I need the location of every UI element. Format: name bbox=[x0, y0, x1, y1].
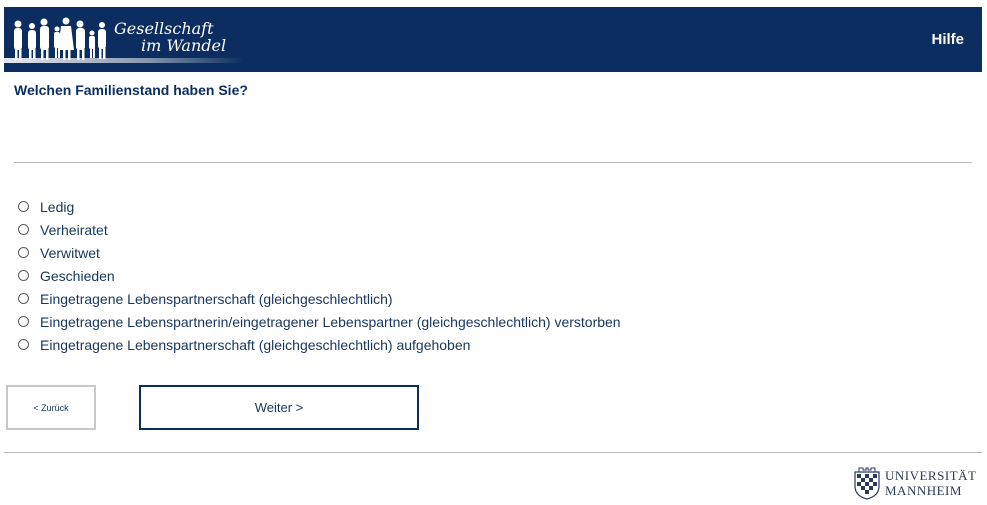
university-name-line1: UNIVERSITÄT bbox=[885, 468, 977, 483]
option-label[interactable]: Geschieden bbox=[40, 268, 115, 284]
radio-button[interactable] bbox=[18, 247, 29, 258]
divider bbox=[4, 452, 982, 453]
help-link[interactable]: Hilfe bbox=[931, 31, 964, 48]
option-label[interactable]: Eingetragene Lebenspartnerschaft (gleich… bbox=[40, 337, 470, 353]
radio-button[interactable] bbox=[18, 339, 29, 350]
logo-text-line2: im Wandel bbox=[141, 36, 227, 55]
option-lebenspartnerschaft[interactable]: Eingetragene Lebenspartnerschaft (gleich… bbox=[18, 287, 621, 310]
university-name-line2: MANNHEIM bbox=[885, 483, 962, 498]
back-button[interactable]: < Zurück bbox=[6, 385, 96, 430]
divider bbox=[14, 162, 972, 163]
next-button[interactable]: Weiter > bbox=[139, 385, 419, 430]
radio-button[interactable] bbox=[18, 201, 29, 212]
header-bar: Gesellschaft im Wandel Hilfe bbox=[4, 7, 982, 72]
option-label[interactable]: Verwitwet bbox=[40, 245, 100, 261]
option-label[interactable]: Verheiratet bbox=[40, 222, 108, 238]
answer-options: Ledig Verheiratet Verwitwet Geschieden E… bbox=[18, 195, 621, 356]
radio-button[interactable] bbox=[18, 270, 29, 281]
option-ledig[interactable]: Ledig bbox=[18, 195, 621, 218]
option-label[interactable]: Ledig bbox=[40, 199, 74, 215]
gesellschaft-im-wandel-logo: Gesellschaft im Wandel bbox=[4, 7, 244, 72]
option-verwitwet[interactable]: Verwitwet bbox=[18, 241, 621, 264]
option-label[interactable]: Eingetragene Lebenspartnerin/eingetragen… bbox=[40, 314, 621, 330]
radio-button[interactable] bbox=[18, 224, 29, 235]
option-lebenspartner-verstorben[interactable]: Eingetragene Lebenspartnerin/eingetragen… bbox=[18, 310, 621, 333]
option-geschieden[interactable]: Geschieden bbox=[18, 264, 621, 287]
radio-button[interactable] bbox=[18, 293, 29, 304]
university-mannheim-logo: UNIVERSITÄT MANNHEIM bbox=[851, 464, 986, 502]
radio-button[interactable] bbox=[18, 316, 29, 327]
option-verheiratet[interactable]: Verheiratet bbox=[18, 218, 621, 241]
option-lebenspartnerschaft-aufgehoben[interactable]: Eingetragene Lebenspartnerschaft (gleich… bbox=[18, 333, 621, 356]
crest-icon bbox=[854, 467, 880, 500]
question-text: Welchen Familienstand haben Sie? bbox=[14, 82, 248, 98]
option-label[interactable]: Eingetragene Lebenspartnerschaft (gleich… bbox=[40, 291, 393, 307]
